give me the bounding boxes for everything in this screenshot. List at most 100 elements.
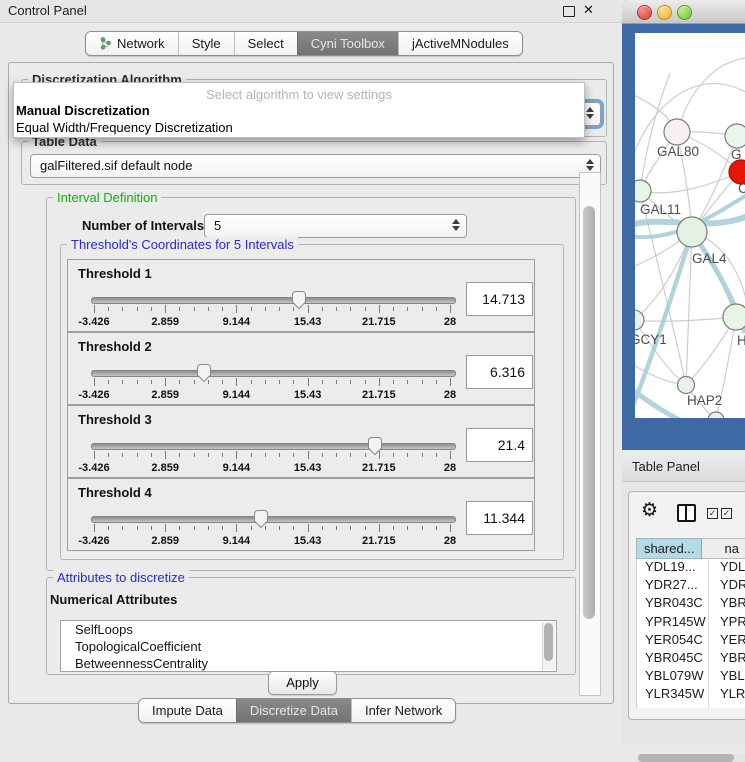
list-item[interactable]: TopologicalCoefficient [61, 638, 556, 655]
network-canvas[interactable]: GAL80 G C GAL11 GAL4 GCY1 H HAP2 [635, 33, 745, 418]
slider-track[interactable] [91, 443, 456, 450]
table-row[interactable]: YLR345WYLR3 [637, 686, 745, 704]
threshold-1-value-field[interactable]: 14.713 [466, 282, 533, 316]
table-horizontal-scrollbar-thumb[interactable] [638, 754, 734, 762]
slider-tick-labels: -3.426 2.859 9.144 15.43 21.715 28 [94, 316, 450, 328]
numerical-attributes-label: Numerical Attributes [50, 592, 177, 607]
table-row[interactable]: YER054CYER0 [637, 632, 745, 650]
column-header-shared[interactable]: shared... [636, 538, 702, 559]
threshold-4-slider[interactable]: -3.426 2.859 9.144 15.43 21.715 28 [94, 511, 450, 545]
table-panel-header: Table Panel [622, 450, 745, 482]
bottom-tab-bar: Impute Data Discretize Data Infer Networ… [138, 698, 456, 723]
threshold-2-value-field[interactable]: 6.316 [466, 355, 533, 389]
threshold-3-slider[interactable]: -3.426 2.859 9.144 15.43 21.715 28 [94, 438, 450, 472]
threshold-2-slider[interactable]: -3.426 2.859 9.144 15.43 21.715 28 [94, 365, 450, 399]
list-scrollbar-thumb[interactable] [544, 623, 553, 661]
slider-ticks [94, 378, 450, 387]
network-tree-icon [99, 37, 112, 50]
settings-scrollbar[interactable] [579, 172, 601, 696]
node-label: GCY1 [635, 332, 667, 347]
number-of-intervals-combobox[interactable]: 5 [204, 214, 467, 238]
interval-definition-group: Interval Definition Number of Intervals … [46, 197, 576, 571]
table-row[interactable]: YBL079WYBL0 [637, 668, 745, 686]
tab-style[interactable]: Style [178, 32, 234, 55]
algorithm-hint-item[interactable]: Select algorithm to view settings [14, 87, 584, 102]
top-tab-bar: Network Style Select Cyni Toolbox jActiv… [85, 31, 523, 56]
table-row[interactable]: YBR045CYBR0 [637, 650, 745, 668]
threshold-1-slider[interactable]: -3.426 2.859 9.144 15.43 21.715 28 [94, 292, 450, 326]
tab-impute-data-label: Impute Data [152, 703, 223, 718]
interval-definition-group-title: Interval Definition [53, 190, 161, 205]
node-label: HAP2 [687, 393, 722, 408]
table-panel: Table Panel ⚙ ✓ ✓ shared... na YDL19...Y… [622, 450, 745, 745]
control-panel: Control Panel ✕ Network Style Select Cyn… [0, 0, 622, 745]
tab-discretize-data[interactable]: Discretize Data [236, 699, 351, 722]
table-row[interactable]: YBR043CYBR0 [637, 595, 745, 613]
threshold-2-label: Threshold 2 [78, 339, 152, 354]
tab-style-label: Style [192, 36, 221, 51]
threshold-4-label: Threshold 4 [78, 485, 152, 500]
slider-tick-labels: -3.426 2.859 9.144 15.43 21.715 28 [94, 462, 450, 474]
thresholds-group-title: Threshold's Coordinates for 5 Intervals [67, 237, 298, 252]
table-panel-title: Table Panel [632, 459, 700, 474]
gear-icon[interactable]: ⚙ [641, 501, 658, 520]
tab-discretize-data-label: Discretize Data [250, 703, 338, 718]
tab-jactivemnodules[interactable]: jActiveMNodules [398, 32, 522, 55]
threshold-4-panel: Threshold 4 -3.426 2.859 9.144 15.43 21.… [67, 478, 535, 551]
slider-thumb[interactable] [367, 436, 383, 456]
table-card: ⚙ ✓ ✓ shared... na YDL19...YDL1 YDR27...… [628, 491, 745, 720]
table-horizontal-scrollbar[interactable] [638, 754, 745, 762]
panel-title: Control Panel [8, 3, 87, 18]
threshold-4-value-field[interactable]: 11.344 [466, 501, 533, 535]
tab-cyni-toolbox-label: Cyni Toolbox [311, 36, 385, 51]
table-data-combobox[interactable]: galFiltered.sif default node [30, 154, 601, 178]
checkbox-icon[interactable]: ✓ [707, 508, 718, 519]
table-row[interactable]: YDR27...YDR2 [637, 577, 745, 595]
algorithm-option-manual[interactable]: Manual Discretization [16, 103, 150, 118]
node-label: GAL80 [657, 144, 699, 159]
settings-scrollbar-thumb[interactable] [583, 206, 595, 619]
attributes-group-title: Attributes to discretize [53, 570, 189, 585]
slider-ticks [94, 451, 450, 460]
slider-thumb[interactable] [253, 509, 269, 529]
table-header-row: shared... na [636, 538, 745, 559]
table-row[interactable]: YIL052CYIL0 [637, 705, 745, 709]
table-data-group: Table Data galFiltered.sif default node [21, 141, 607, 185]
control-panel-titlebar: Control Panel ✕ [0, 0, 622, 23]
tab-cyni-toolbox[interactable]: Cyni Toolbox [297, 32, 398, 55]
apply-button[interactable]: Apply [268, 671, 337, 695]
numerical-attributes-list[interactable]: SelfLoops TopologicalCoefficient Between… [60, 620, 557, 672]
slider-track[interactable] [91, 370, 456, 377]
list-scrollbar[interactable] [542, 622, 555, 670]
node-label: GAL11 [640, 202, 681, 217]
table-row[interactable]: YDL19...YDL1 [637, 559, 745, 577]
algorithm-option-equal-width[interactable]: Equal Width/Frequency Discretization [16, 120, 233, 135]
float-window-icon[interactable] [563, 6, 575, 17]
slider-thumb[interactable] [291, 290, 307, 310]
tab-impute-data[interactable]: Impute Data [139, 699, 236, 722]
minimize-traffic-light[interactable] [657, 5, 672, 20]
threshold-3-value-field[interactable]: 21.4 [466, 428, 533, 462]
slider-thumb[interactable] [196, 363, 212, 383]
node-label: C [738, 181, 745, 196]
tab-infer-network[interactable]: Infer Network [351, 699, 455, 722]
slider-track[interactable] [91, 516, 456, 523]
number-of-intervals-label: Number of Intervals [82, 218, 204, 233]
tab-network[interactable]: Network [86, 32, 178, 55]
table-row[interactable]: YPR145WYPR1 [637, 614, 745, 632]
list-item[interactable]: BetweennessCentrality [61, 655, 556, 672]
slider-track[interactable] [91, 297, 456, 304]
list-item[interactable]: SelfLoops [61, 621, 556, 638]
column-layout-icon[interactable] [677, 504, 696, 522]
algorithm-dropdown-popup: Select algorithm to view settings Manual… [13, 82, 585, 138]
close-icon[interactable]: ✕ [583, 2, 594, 18]
combo-arrows-icon [586, 159, 594, 171]
checkbox-icon[interactable]: ✓ [721, 508, 732, 519]
zoom-traffic-light[interactable] [677, 5, 692, 20]
node-partial-bottom [708, 412, 724, 418]
tab-select[interactable]: Select [234, 32, 297, 55]
close-traffic-light[interactable] [637, 5, 652, 20]
column-header-name[interactable]: na [702, 538, 745, 559]
slider-tick-labels: -3.426 2.859 9.144 15.43 21.715 28 [94, 389, 450, 401]
node-partial-top-right [725, 124, 745, 148]
